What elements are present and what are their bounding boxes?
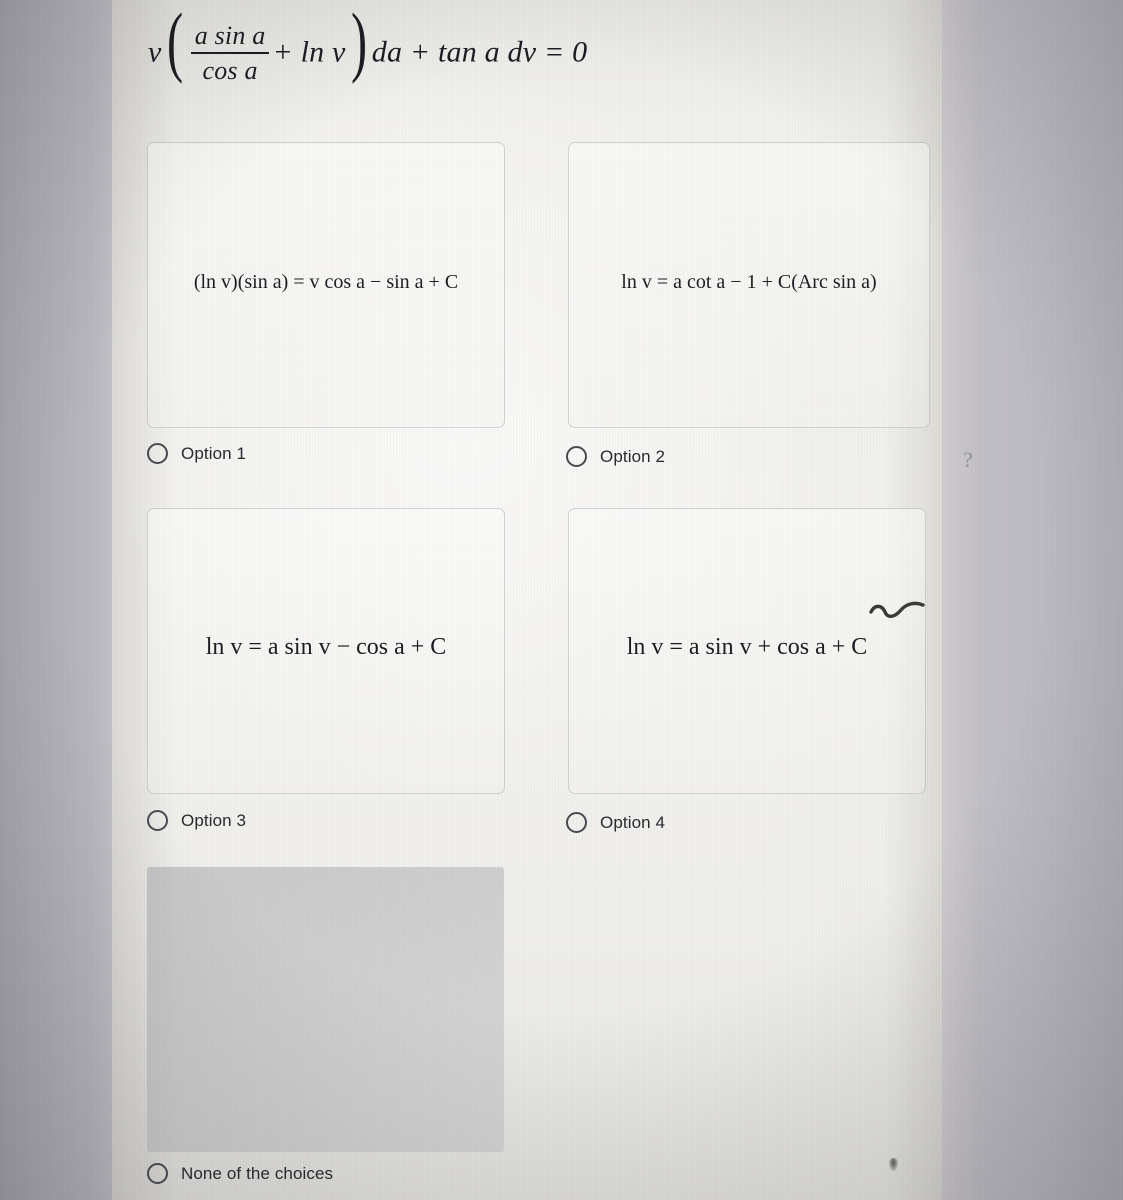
- option-card-2[interactable]: ln v = a cot a − 1 + C(Arc sin a): [568, 142, 930, 428]
- radio-row-option-1[interactable]: Option 1: [147, 443, 246, 464]
- radio-circle-option-4[interactable]: [566, 812, 587, 833]
- option-formula-4: ln v = a sin v + cos a + C: [626, 634, 868, 660]
- fraction-numerator: a sin a: [194, 21, 266, 50]
- handwritten-squiggle-mark: [869, 601, 925, 618]
- photo-pen-mark-right: ?: [963, 447, 973, 472]
- radio-row-option-3[interactable]: Option 3: [147, 810, 246, 831]
- question-equation: v( a sin a cos a + ln v) da + tan a dv = …: [148, 0, 588, 86]
- quiz-content: v( a sin a cos a + ln v) da + tan a dv = …: [0, 0, 1123, 1200]
- option-card-1[interactable]: (ln v)(sin a) = v cos a − sin a + C: [147, 142, 505, 428]
- option-formula-2: ln v = a cot a − 1 + C(Arc sin a): [621, 271, 877, 293]
- radio-circle-option-3[interactable]: [147, 810, 168, 831]
- radio-row-option-4[interactable]: Option 4: [566, 812, 665, 833]
- radio-label-option-2: Option 2: [600, 446, 666, 466]
- equation-inner-term: + ln v: [272, 35, 346, 69]
- radio-label-option-4: Option 4: [600, 812, 666, 832]
- option-formula-1: (ln v)(sin a) = v cos a − sin a + C: [193, 271, 459, 293]
- screenshot-root: v( a sin a cos a + ln v) da + tan a dv = …: [0, 0, 1123, 1200]
- radio-label-option-1: Option 1: [181, 443, 247, 463]
- option-formula-3: ln v = a sin v − cos a + C: [205, 634, 447, 660]
- option-card-4[interactable]: ln v = a sin v + cos a + C: [568, 508, 926, 794]
- option-card-blank-placeholder[interactable]: [147, 867, 504, 1152]
- radio-circle-option-1[interactable]: [147, 443, 168, 464]
- equation-tail: da + tan a dv = 0: [371, 35, 588, 69]
- equation-lead-variable: v: [148, 35, 162, 69]
- radio-label-none-of-the-choices: None of the choices: [181, 1163, 334, 1183]
- photo-smudge-artifact: [889, 1158, 898, 1171]
- radio-label-option-3: Option 3: [181, 810, 247, 830]
- fraction-denominator: cos a: [190, 52, 270, 86]
- radio-row-option-2[interactable]: Option 2: [566, 446, 665, 467]
- option-card-3[interactable]: ln v = a sin v − cos a + C: [147, 508, 505, 794]
- radio-row-none-of-the-choices[interactable]: None of the choices: [147, 1163, 333, 1184]
- equation-fraction: a sin a cos a: [190, 21, 270, 86]
- radio-circle-none-of-the-choices[interactable]: [147, 1163, 168, 1184]
- radio-circle-option-2[interactable]: [566, 446, 587, 467]
